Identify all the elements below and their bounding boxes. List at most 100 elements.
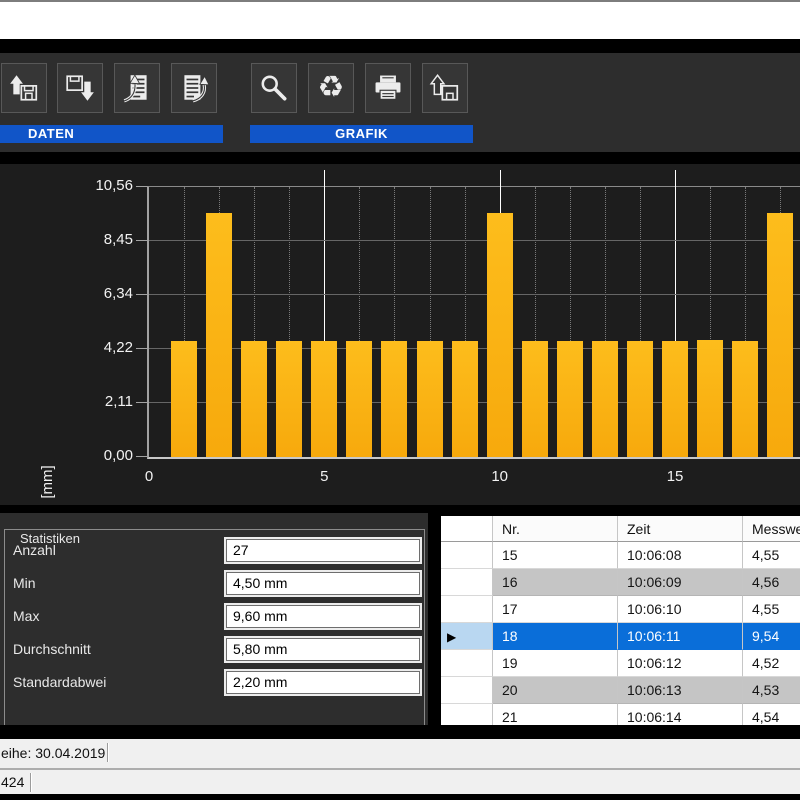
cell-zeit[interactable]: 10:06:08 [618,542,743,569]
y-tick-mark [136,240,147,241]
cell-messwert[interactable]: 4,54 [743,704,800,725]
export-data-button[interactable] [171,63,217,113]
bar-measurement-8 [417,341,443,457]
column-header-nr[interactable]: Nr. [493,516,618,542]
bar-measurement-16 [697,340,723,457]
row-header-cell[interactable] [441,704,493,725]
bar-measurement-1 [171,341,197,457]
y-tick-label: 2,11 [79,393,133,410]
status-bar-1: eihe: 30.04.2019 [0,739,800,768]
table-row[interactable]: 1910:06:124,52 [441,650,800,677]
row-header-cell[interactable] [441,569,493,596]
cell-messwert[interactable]: 4,53 [743,677,800,704]
y-tick-label: 0,00 [79,447,133,464]
bar-measurement-2 [206,213,232,457]
toolbar-group-label-grafik: GRAFIK [250,125,473,143]
toolbar-group-label-daten: DATEN [0,125,223,143]
y-tick-label: 10,56 [79,177,133,194]
y-tick-label: 8,45 [79,231,133,248]
column-header-zeit[interactable]: Zeit [618,516,743,542]
import-data-button[interactable] [114,63,160,113]
y-tick-mark [136,348,147,349]
cell-messwert[interactable]: 4,55 [743,596,800,623]
bar-measurement-9 [452,341,478,457]
zoom-icon [258,72,290,104]
cell-zeit[interactable]: 10:06:10 [618,596,743,623]
y-axis-title: [mm] [39,452,59,512]
save-data-button[interactable] [57,63,103,113]
column-header-messwert[interactable]: Messwert [743,516,800,542]
cell-zeit[interactable]: 10:06:11 [618,623,743,650]
cell-messwert[interactable]: 4,55 [743,542,800,569]
status-separator [30,773,32,792]
row-header-cell[interactable] [441,596,493,623]
cell-messwert[interactable]: 4,52 [743,650,800,677]
x-tick-label: 0 [145,468,153,485]
save-floppy-icon [64,72,96,104]
y-tick-mark [136,402,147,403]
row-header-cell[interactable]: ▶ [441,623,493,650]
status-bar-2: 424 [0,768,800,794]
stat-label-anzahl: Anzahl [13,539,56,562]
open-floppy-icon [8,72,40,104]
cell-zeit[interactable]: 10:06:12 [618,650,743,677]
menu-area [0,2,800,39]
bar-measurement-3 [241,341,267,457]
import-document-icon [121,72,153,104]
table-row[interactable]: 2110:06:144,54 [441,704,800,725]
cell-nr[interactable]: 20 [493,677,618,704]
row-header-cell[interactable] [441,650,493,677]
y-tick-mark [136,186,147,187]
table-header-row: Nr. Zeit Messwert [441,516,800,542]
cell-zeit[interactable]: 10:06:13 [618,677,743,704]
zoom-graph-button[interactable] [251,63,297,113]
bar-measurement-18 [767,213,793,457]
cell-messwert[interactable]: 9,54 [743,623,800,650]
row-header-cell[interactable] [441,542,493,569]
statistics-groupbox: Statistiken Anzahl 27 Min 4,50 mm Max 9,… [4,529,425,728]
measurement-app-window: ♻ DATEN GRAFIK [mm] 0,002,114,2 [0,0,800,800]
table-row[interactable]: ▶1810:06:119,54 [441,623,800,650]
table-row[interactable]: 1710:06:104,55 [441,596,800,623]
status-series-date: eihe: 30.04.2019 [1,739,105,768]
stat-value-max[interactable]: 9,60 mm [226,605,420,628]
save-graphic-button[interactable] [422,63,468,113]
status-separator [107,743,109,762]
cell-nr[interactable]: 19 [493,650,618,677]
stat-value-min[interactable]: 4,50 mm [226,572,420,595]
reset-graph-button[interactable]: ♻ [308,63,354,113]
title-strip [0,39,800,53]
y-tick-mark [136,456,147,457]
stat-label-max: Max [13,605,39,628]
export-document-icon [178,72,210,104]
stat-value-standardabwei[interactable]: 2,20 mm [226,671,420,694]
table-row[interactable]: 1510:06:084,55 [441,542,800,569]
cell-zeit[interactable]: 10:06:09 [618,569,743,596]
stat-value-anzahl[interactable]: 27 [226,539,420,562]
print-graph-button[interactable] [365,63,411,113]
measurement-table[interactable]: Nr. Zeit Messwert 1510:06:084,551610:06:… [441,516,800,725]
cell-nr[interactable]: 17 [493,596,618,623]
bar-chart: [mm] 0,002,114,226,348,4510,56 051015 [0,164,800,505]
open-data-button[interactable] [1,63,47,113]
cell-nr[interactable]: 15 [493,542,618,569]
row-header-cell[interactable] [441,677,493,704]
y-tick-label: 4,22 [79,339,133,356]
table-row[interactable]: 2010:06:134,53 [441,677,800,704]
stat-value-durchschnitt[interactable]: 5,80 mm [226,638,420,661]
table-row[interactable]: 1610:06:094,56 [441,569,800,596]
x-tick-label: 15 [667,468,684,485]
save-graphic-icon [429,72,461,104]
bar-measurement-10 [487,213,513,457]
bar-measurement-12 [557,341,583,457]
cell-messwert[interactable]: 4,56 [743,569,800,596]
statistics-panel: Statistiken Anzahl 27 Min 4,50 mm Max 9,… [0,513,428,725]
bottom-panel: Statistiken Anzahl 27 Min 4,50 mm Max 9,… [0,505,800,725]
cell-nr[interactable]: 21 [493,704,618,725]
y-tick-label: 6,34 [79,285,133,302]
cell-nr[interactable]: 16 [493,569,618,596]
cell-zeit[interactable]: 10:06:14 [618,704,743,725]
horizontal-gridline [149,240,800,241]
cell-nr[interactable]: 18 [493,623,618,650]
stat-label-durchschnitt: Durchschnitt [13,638,91,661]
